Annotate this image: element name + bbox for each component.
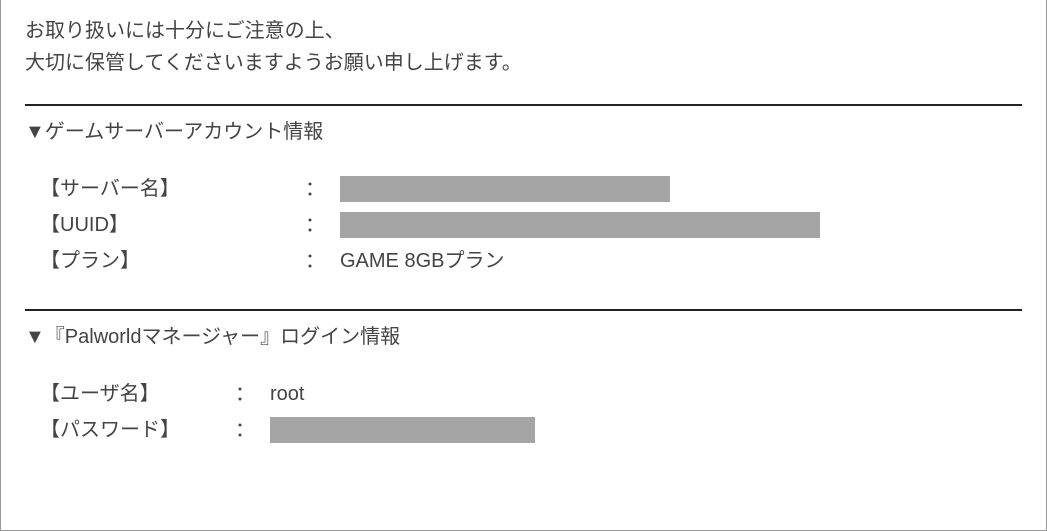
value-username: root — [270, 378, 304, 410]
section-divider — [25, 104, 1022, 106]
info-row-password: 【パスワード】 ： — [25, 414, 1022, 446]
label-server-name: 【サーバー名】 — [40, 173, 305, 205]
colon: ： — [235, 414, 270, 446]
label-uuid: 【UUID】 — [40, 209, 305, 241]
info-row-username: 【ユーザ名】 ： root — [25, 378, 1022, 410]
info-row-server-name: 【サーバー名】 ： — [25, 173, 1022, 205]
section-palworld-manager-login: ▼『Palworldマネージャー』ログイン情報 【ユーザ名】 ： root 【パ… — [25, 309, 1022, 446]
section-heading-palworld-login: ▼『Palworldマネージャー』ログイン情報 — [25, 321, 1022, 353]
colon: ： — [235, 378, 270, 410]
info-row-uuid: 【UUID】 ： — [25, 209, 1022, 241]
intro-text: お取り扱いには十分にご注意の上、 大切に保管してくださいますようお願い申し上げま… — [25, 15, 1022, 79]
section-game-server-account: ▼ゲームサーバーアカウント情報 【サーバー名】 ： 【UUID】 ： 【プラン】… — [25, 104, 1022, 277]
intro-line-2: 大切に保管してくださいますようお願い申し上げます。 — [25, 47, 1022, 79]
label-username: 【ユーザ名】 — [40, 378, 235, 410]
colon: ： — [305, 245, 340, 277]
section-heading-game-server: ▼ゲームサーバーアカウント情報 — [25, 116, 1022, 148]
value-password-redacted — [270, 417, 535, 443]
info-row-plan: 【プラン】 ： GAME 8GBプラン — [25, 245, 1022, 277]
value-server-name-redacted — [340, 176, 670, 202]
colon: ： — [305, 209, 340, 241]
value-plan: GAME 8GBプラン — [340, 245, 504, 277]
intro-line-1: お取り扱いには十分にご注意の上、 — [25, 15, 1022, 47]
label-plan: 【プラン】 — [40, 245, 305, 277]
section-divider — [25, 309, 1022, 311]
label-password: 【パスワード】 — [40, 414, 235, 446]
colon: ： — [305, 173, 340, 205]
value-uuid-redacted — [340, 212, 820, 238]
